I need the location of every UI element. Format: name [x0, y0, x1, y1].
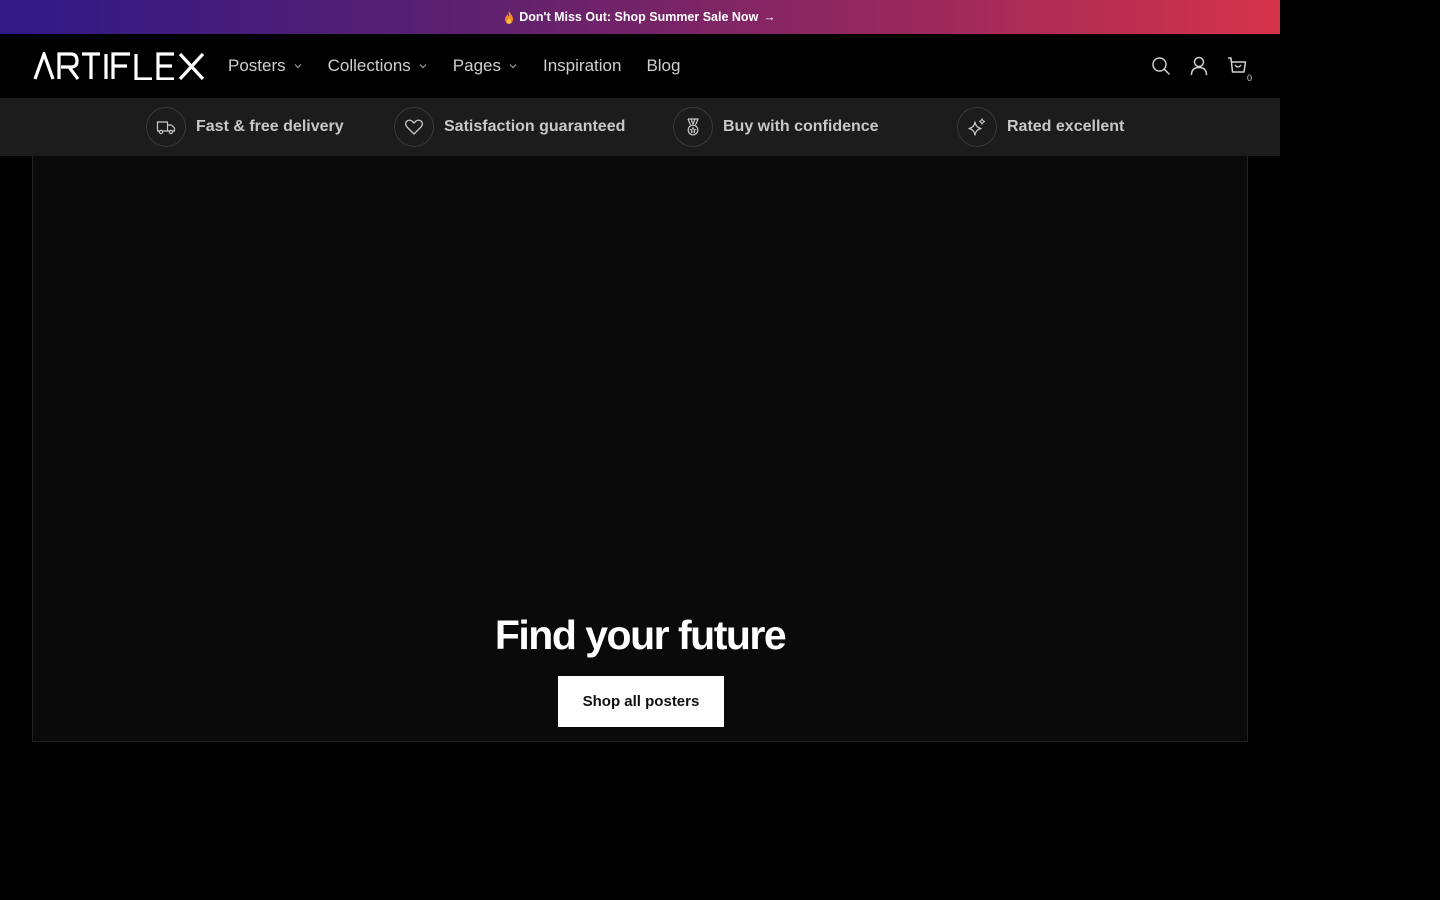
hero-section: Find your future Shop all posters [32, 156, 1248, 742]
nav-item-label: Posters [228, 56, 286, 75]
benefit-item: Buy with confidence [673, 107, 879, 147]
main-nav: Posters Collections Pages Inspiration Bl… [228, 34, 705, 98]
announcement-bar: Don't Miss Out: Shop Summer Sale Now → [0, 0, 1280, 34]
chevron-down-icon [419, 64, 427, 69]
benefit-item: Satisfaction guaranteed [394, 107, 625, 147]
truck-icon [146, 107, 186, 147]
nav-item-posters[interactable]: Posters [228, 56, 303, 76]
nav-item-label: Blog [646, 56, 681, 75]
site-header: Posters Collections Pages Inspiration Bl… [0, 34, 1280, 98]
benefit-item: Fast & free delivery [146, 107, 344, 147]
flame-icon [505, 10, 514, 24]
artiflex-logo[interactable] [33, 52, 205, 80]
announcement-arrow: → [763, 10, 776, 24]
account-icon[interactable] [1188, 55, 1210, 77]
benefit-label: Satisfaction guaranteed [444, 118, 626, 135]
nav-item-inspiration[interactable]: Inspiration [543, 56, 621, 76]
medal-icon [673, 107, 713, 147]
announcement-text: Don't Miss Out: Shop Summer Sale Now [519, 10, 759, 24]
heart-icon [394, 107, 434, 147]
chevron-down-icon [509, 64, 517, 69]
benefit-item: Rated excellent [957, 107, 1124, 147]
chevron-down-icon [294, 64, 302, 69]
header-actions: 0 [1150, 34, 1252, 98]
search-icon[interactable] [1150, 55, 1172, 77]
nav-item-label: Pages [452, 56, 501, 75]
hero-title: Find your future [494, 612, 787, 658]
nav-item-collections[interactable]: Collections [328, 56, 428, 76]
sparkle-icon [957, 107, 997, 147]
benefit-label: Rated excellent [1007, 118, 1125, 135]
nav-item-label: Inspiration [543, 56, 622, 75]
cart-icon[interactable]: 0 [1226, 55, 1252, 83]
page: Don't Miss Out: Shop Summer Sale Now → P… [0, 0, 1280, 900]
announcement-link[interactable]: Don't Miss Out: Shop Summer Sale Now → [504, 10, 776, 24]
nav-item-pages[interactable]: Pages [453, 56, 518, 76]
benefit-label: Buy with confidence [723, 118, 879, 135]
benefits-bar: Fast & free delivery Satisfaction guaran… [0, 98, 1280, 156]
nav-item-blog[interactable]: Blog [646, 56, 680, 76]
benefit-label: Fast & free delivery [196, 118, 344, 135]
cart-count: 0 [1246, 73, 1252, 83]
shop-all-posters-button[interactable]: Shop all posters [558, 676, 724, 727]
nav-item-label: Collections [327, 56, 411, 75]
